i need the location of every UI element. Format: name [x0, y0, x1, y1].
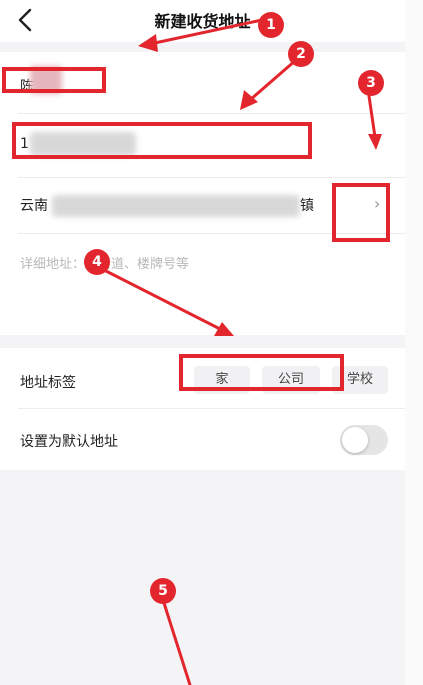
region-value-end: 镇 — [300, 198, 314, 214]
annotation-badge-2: 2 — [288, 41, 314, 67]
region-redaction — [52, 195, 300, 217]
divider — [18, 113, 405, 114]
highlight-box-tags — [179, 354, 344, 391]
annotation-badge-5: 5 — [150, 578, 176, 604]
highlight-box-name — [2, 67, 106, 93]
default-address-toggle[interactable] — [340, 425, 388, 455]
edge-strip — [405, 0, 423, 685]
highlight-box-region-arrow — [332, 183, 390, 242]
annotation-badge-1: 1 — [258, 12, 284, 38]
navbar: 新建收货地址 — [0, 0, 405, 42]
region-value-start: 云南 — [20, 198, 48, 214]
address-tag-label: 地址标签 — [20, 375, 76, 391]
detail-address-input[interactable]: 详细地址：如街道、楼牌号等 — [0, 236, 405, 326]
divider — [18, 408, 405, 409]
annotation-badge-4: 4 — [84, 249, 110, 275]
toggle-knob — [342, 427, 368, 453]
highlight-box-phone — [12, 122, 312, 159]
annotation-badge-3: 3 — [358, 70, 384, 96]
default-address-label: 设置为默认地址 — [20, 434, 118, 450]
divider — [18, 177, 405, 178]
page-title: 新建收货地址 — [154, 12, 251, 31]
